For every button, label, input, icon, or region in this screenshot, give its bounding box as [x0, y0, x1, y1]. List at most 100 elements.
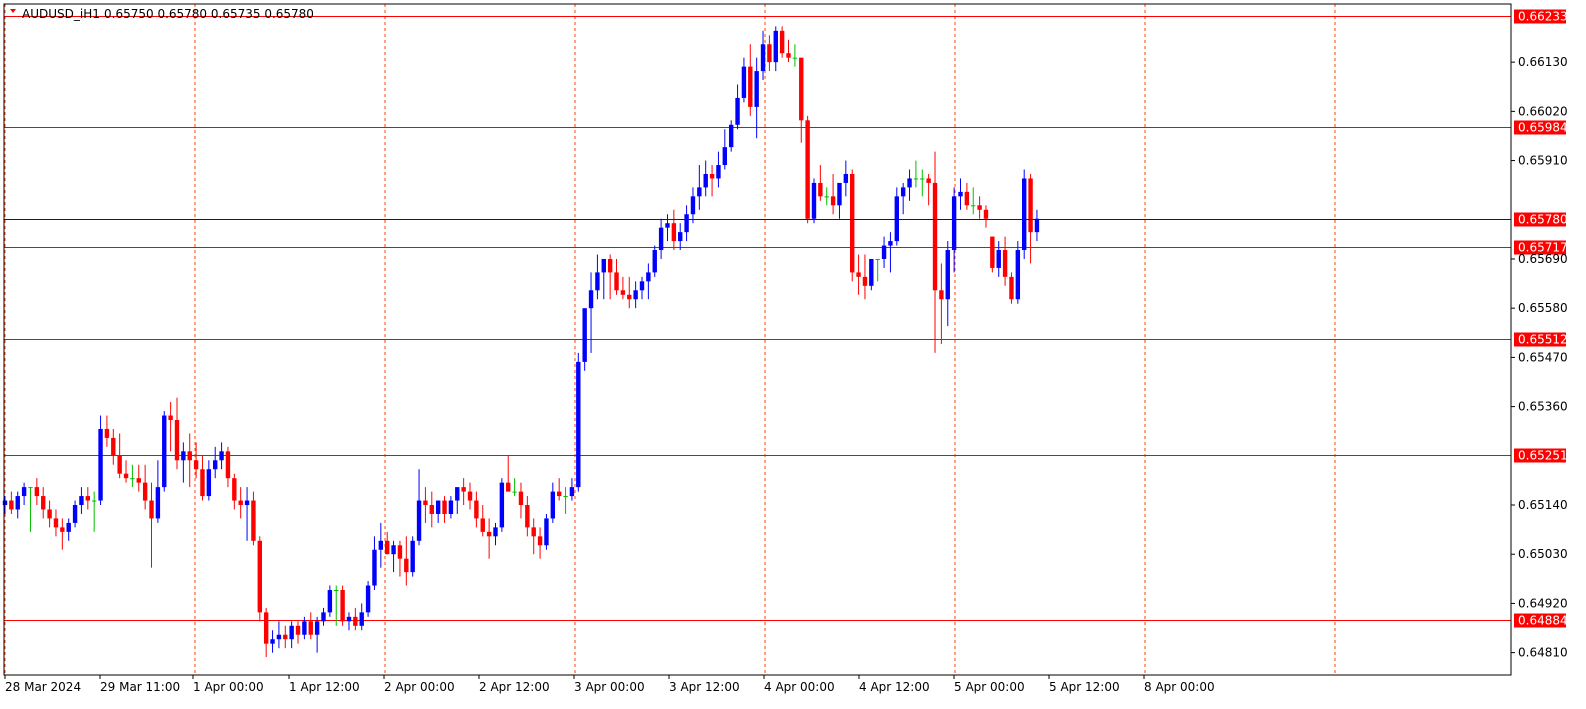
candle-body: [779, 30, 785, 54]
candle-body: [627, 294, 632, 300]
candle-body: [193, 460, 199, 470]
candle-body: [410, 540, 415, 573]
candle-body: [213, 460, 218, 470]
candle-body: [894, 196, 899, 242]
y-tick-label: 0.65140: [1518, 498, 1568, 512]
candle-body: [28, 487, 33, 489]
candle-body: [665, 223, 670, 228]
candle-body: [728, 124, 734, 148]
candle-body: [327, 590, 333, 613]
x-tick-label: 4 Apr 12:00: [859, 680, 930, 694]
x-tick-label: 5 Apr 12:00: [1049, 680, 1120, 694]
candle-body: [270, 639, 275, 644]
candle-body: [206, 469, 212, 497]
candle-body: [907, 178, 912, 188]
candle-body: [257, 540, 262, 613]
candle-body: [15, 496, 20, 510]
x-tick-label: 29 Mar 11:00: [100, 680, 180, 694]
candle-body: [60, 527, 65, 532]
candle-body: [455, 487, 460, 501]
candle-body: [442, 500, 447, 514]
level-label: 0.64884: [1518, 614, 1568, 628]
candle-body: [722, 147, 728, 166]
candle-body: [1034, 218, 1040, 233]
candle-body: [850, 173, 855, 273]
candle-body: [646, 272, 651, 282]
candle-body: [155, 487, 161, 519]
candle-body: [964, 191, 970, 206]
candle-body: [34, 487, 40, 497]
candle-body: [168, 415, 173, 421]
candle-body: [652, 250, 657, 273]
candle-body: [136, 478, 141, 483]
x-tick-label: 5 Apr 00:00: [954, 680, 1025, 694]
candle-body: [353, 616, 358, 626]
candle-body: [658, 227, 664, 251]
candle-body: [703, 173, 708, 188]
candle-body: [219, 451, 224, 461]
candle-body: [104, 428, 110, 438]
candle-body: [773, 30, 778, 63]
candle-body: [837, 182, 842, 206]
candle-body: [556, 491, 562, 497]
level-label: 0.66233: [1518, 10, 1568, 24]
candle-body: [588, 290, 594, 309]
candle-body: [174, 420, 180, 461]
level-label: 0.65512: [1518, 333, 1568, 347]
candle-body: [238, 500, 243, 506]
candle-body: [856, 272, 861, 277]
level-label: 0.65984: [1518, 121, 1568, 135]
x-tick-label: 1 Apr 12:00: [289, 680, 360, 694]
candle-body: [232, 478, 237, 501]
candle-body: [493, 527, 498, 537]
candle-body: [314, 621, 320, 635]
candle-body: [142, 482, 148, 501]
x-tick-label: 3 Apr 12:00: [669, 680, 740, 694]
candle-body: [1009, 276, 1014, 300]
candle-body: [932, 182, 938, 291]
candle-body: [467, 491, 473, 501]
candle-body: [888, 241, 893, 246]
candle-body: [334, 590, 339, 592]
y-tick-label: 0.66020: [1518, 104, 1568, 118]
candle-body: [372, 549, 377, 586]
candle-body: [811, 182, 817, 219]
candle-body: [945, 250, 950, 300]
y-tick-label: 0.65470: [1518, 350, 1568, 364]
candle-body: [461, 487, 466, 492]
candle-body: [385, 540, 390, 555]
price-label: 0.65780: [1518, 213, 1568, 227]
x-tick-label: 2 Apr 00:00: [384, 680, 455, 694]
candle-body: [21, 487, 27, 497]
candle-body: [754, 71, 759, 107]
candle-body: [920, 178, 925, 180]
candle-body: [951, 196, 957, 251]
candle-body: [971, 205, 976, 207]
candle-body: [391, 545, 396, 555]
candle-body: [397, 545, 403, 559]
candle-body: [869, 258, 874, 286]
candle-body: [875, 258, 880, 260]
candle-body: [9, 500, 14, 510]
price-chart[interactable]: 0.662330.659840.657170.655120.652510.648…: [0, 0, 1586, 709]
candle-body: [111, 437, 116, 456]
candle-body: [404, 558, 409, 573]
candle-body: [123, 473, 129, 479]
candle-body: [639, 281, 645, 291]
candle-body: [346, 616, 352, 622]
candle-body: [302, 621, 307, 635]
x-tick-label: 3 Apr 00:00: [574, 680, 645, 694]
candle-body: [633, 290, 638, 300]
candle-body: [130, 478, 135, 480]
candle-body: [499, 482, 505, 528]
candle-body: [983, 209, 989, 219]
candle-body: [47, 509, 52, 519]
y-tick-label: 0.65030: [1518, 547, 1568, 561]
ohlc-readout: 0.65750 0.65780 0.65735 0.65780: [104, 7, 314, 21]
candle-body: [162, 415, 167, 488]
candle-body: [996, 250, 1001, 268]
candle-body: [474, 500, 479, 519]
candle-body: [506, 482, 511, 492]
candle-body: [1002, 250, 1008, 277]
candle-body: [767, 44, 772, 63]
